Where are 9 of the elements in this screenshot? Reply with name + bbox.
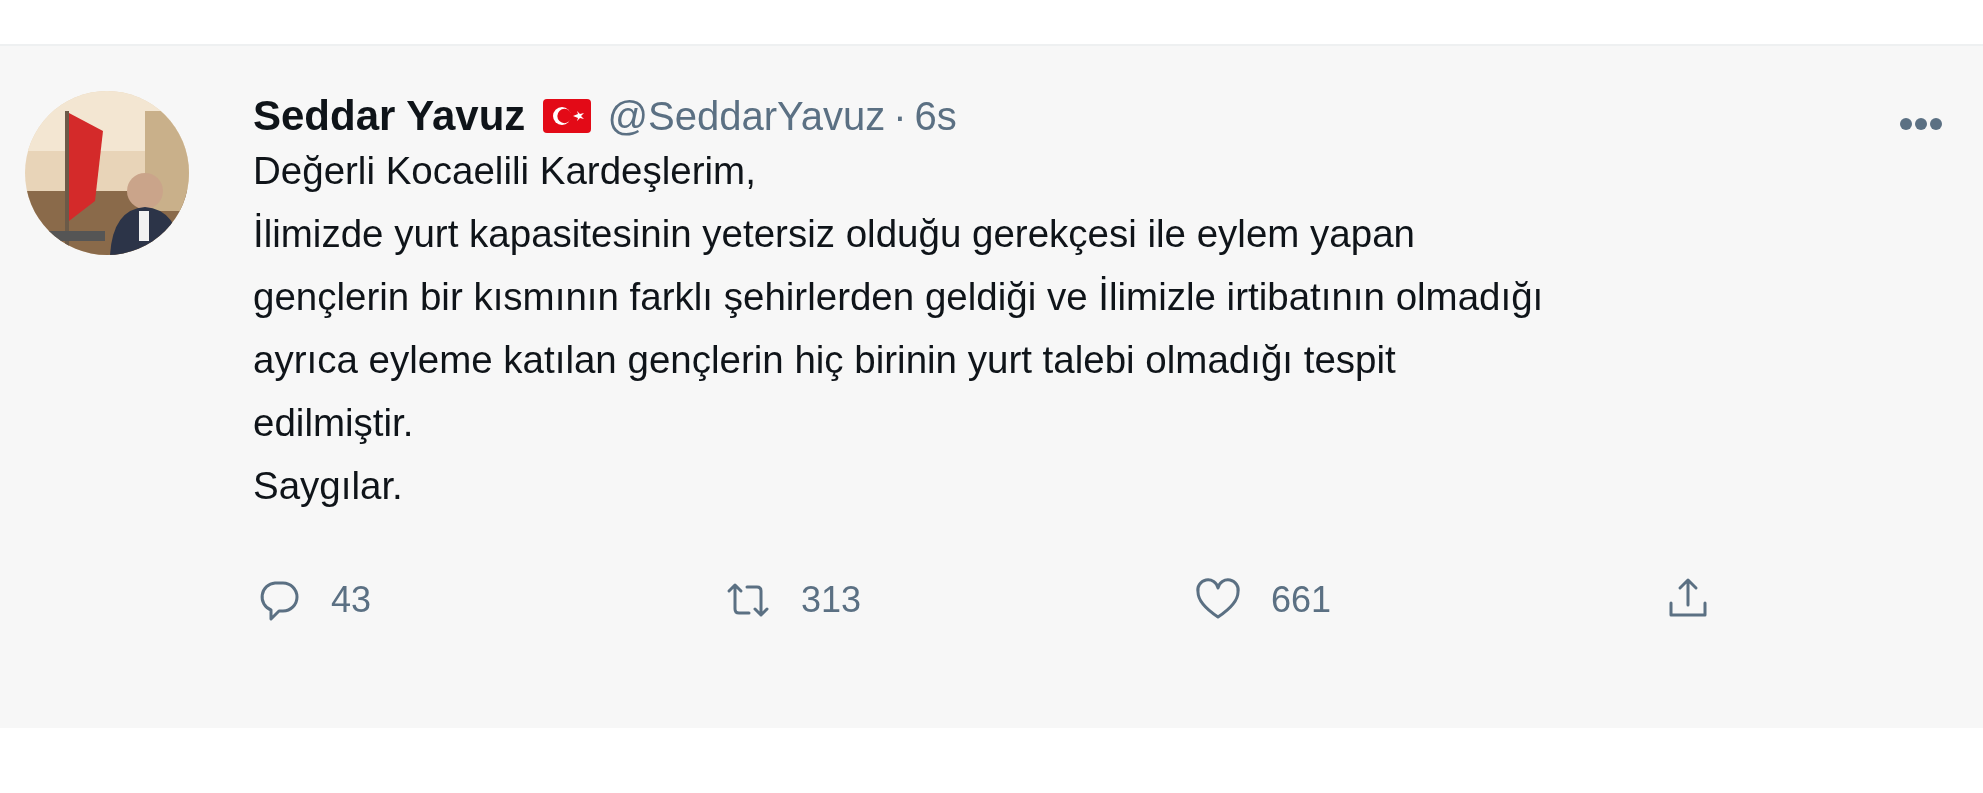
flag-icon bbox=[543, 99, 592, 134]
author-name[interactable]: Seddar Yavuz bbox=[253, 91, 526, 142]
tweet-text: Değerli Kocaelili Kardeşlerim, İlimizde yurt kapasitesinin yetersiz olduğu gerekçesi ile eylem yapan gençlerin bir kısmının farklı şehirlerden geldiği ve İlimizle irtibatının olmadığı ayrıca eyleme katılan gençlerin hiç birinin yurt talebi olmadığı tespit edilmiştir. Saygılar. bbox=[253, 148, 1545, 510]
retweet-button[interactable]: 313 bbox=[723, 573, 862, 628]
like-button[interactable]: 661 bbox=[1193, 573, 1332, 628]
author-handle[interactable]: @SeddarYavuz bbox=[607, 92, 886, 141]
reply-button[interactable]: 43 bbox=[253, 573, 372, 628]
tweet-time[interactable]: 6s bbox=[914, 92, 957, 141]
separator-dot: · bbox=[893, 93, 907, 141]
